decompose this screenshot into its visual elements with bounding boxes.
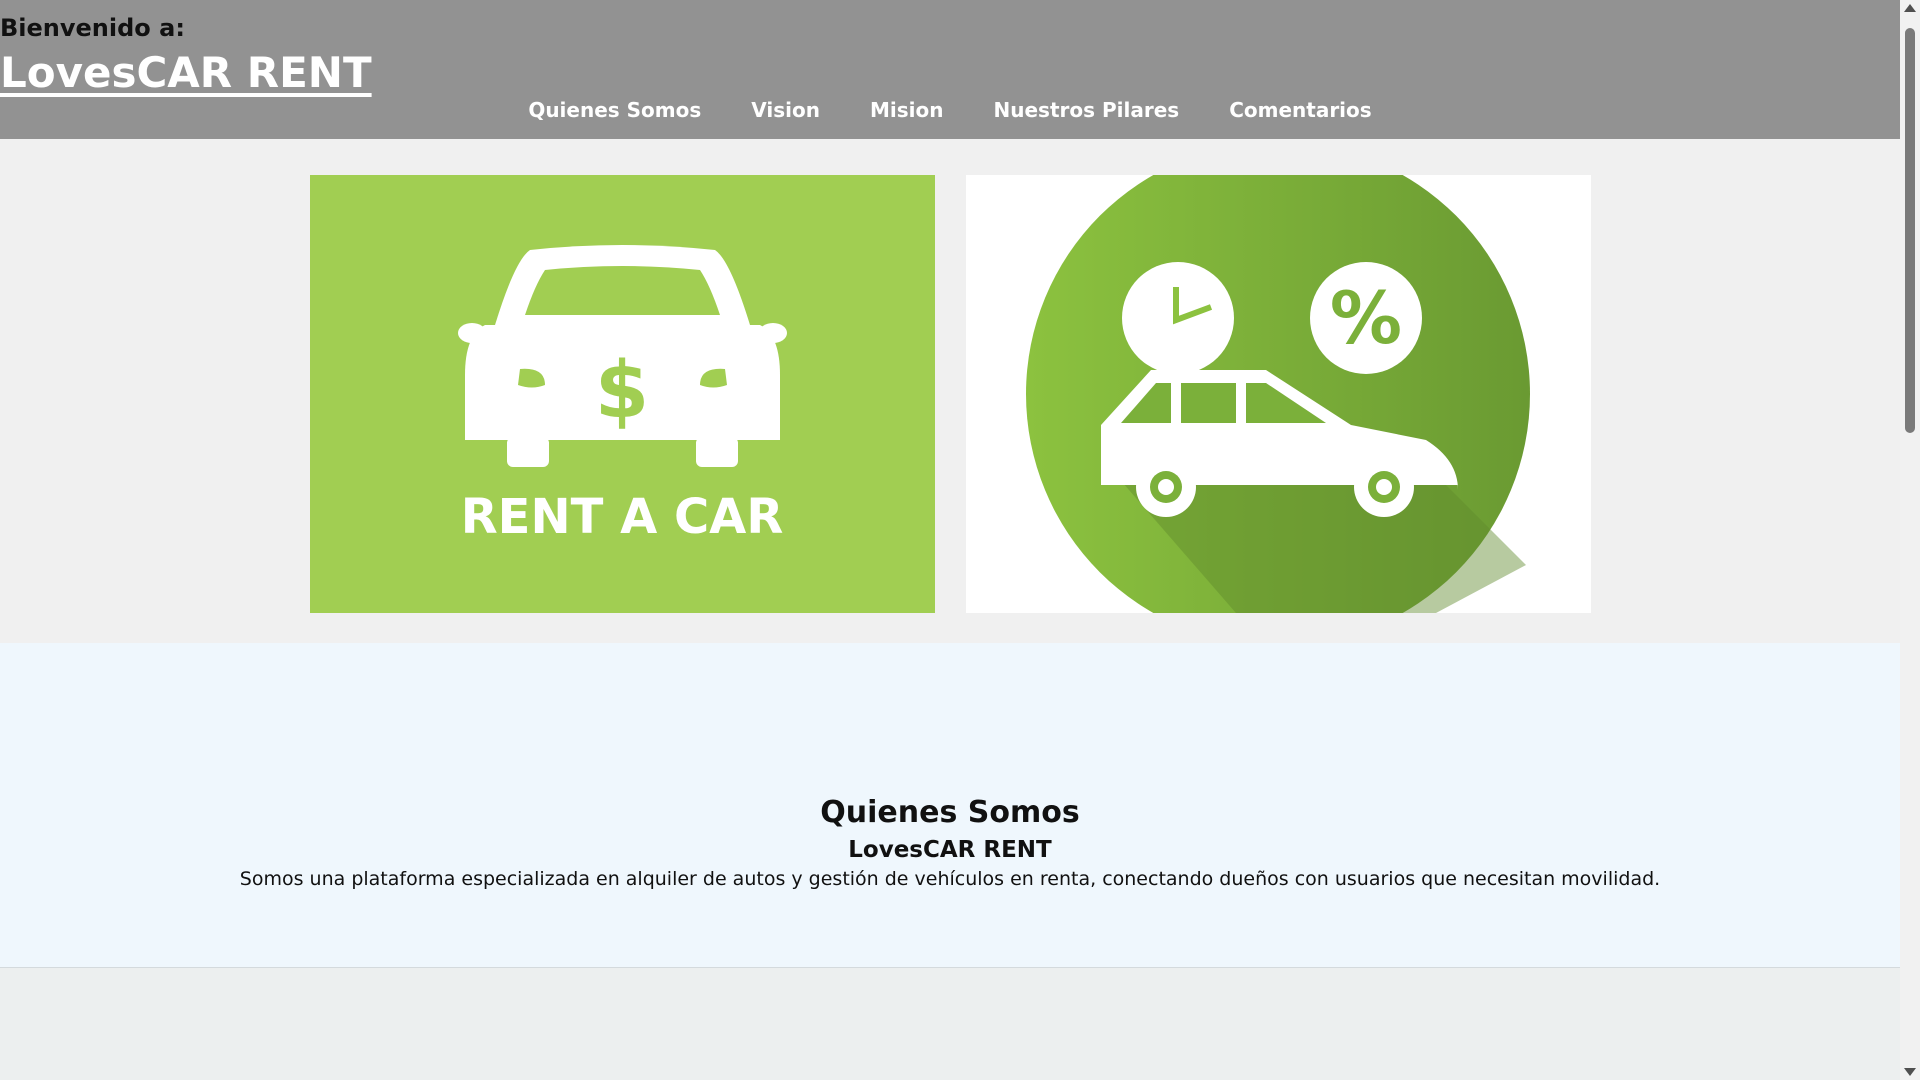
car-dollar-icon: $ RENT A CAR xyxy=(458,245,787,545)
nav-item-nuestros-pilares[interactable]: Nuestros Pilares xyxy=(994,98,1180,122)
scrollbar-thumb[interactable] xyxy=(1905,28,1915,433)
hero-section: $ RENT A CAR % xyxy=(0,139,1900,643)
page-scrollbar[interactable] xyxy=(1900,0,1920,1080)
rent-a-car-image: $ RENT A CAR xyxy=(310,175,935,613)
dollar-symbol: $ xyxy=(595,346,649,436)
percent-symbol: % xyxy=(1330,276,1402,360)
next-section xyxy=(0,969,1900,1080)
nav-item-comentarios[interactable]: Comentarios xyxy=(1229,98,1371,122)
nav-item-vision[interactable]: Vision xyxy=(751,98,820,122)
nav-item-mision[interactable]: Mision xyxy=(870,98,944,122)
about-title: Quienes Somos xyxy=(820,795,1080,830)
car-deal-image: % xyxy=(966,175,1591,613)
rent-a-car-caption: RENT A CAR xyxy=(461,489,784,545)
scroll-up-arrow-icon[interactable] xyxy=(1904,4,1916,12)
car-clock-percent-icon: % xyxy=(1026,175,1530,613)
about-description: Somos una plataforma especializada en al… xyxy=(239,868,1661,890)
nav-item-quienes-somos[interactable]: Quienes Somos xyxy=(528,98,701,122)
welcome-text: Bienvenido a: xyxy=(0,14,185,42)
scroll-down-arrow-icon[interactable] xyxy=(1904,1068,1916,1076)
about-section: Quienes Somos LovesCAR RENT Somos una pl… xyxy=(0,643,1900,968)
brand-link[interactable]: LovesCAR RENT xyxy=(0,48,372,97)
main-nav: Quienes Somos Vision Mision Nuestros Pil… xyxy=(0,98,1900,122)
about-subtitle: LovesCAR RENT xyxy=(848,837,1052,863)
site-header: Bienvenido a: LovesCAR RENT Quienes Somo… xyxy=(0,0,1900,139)
